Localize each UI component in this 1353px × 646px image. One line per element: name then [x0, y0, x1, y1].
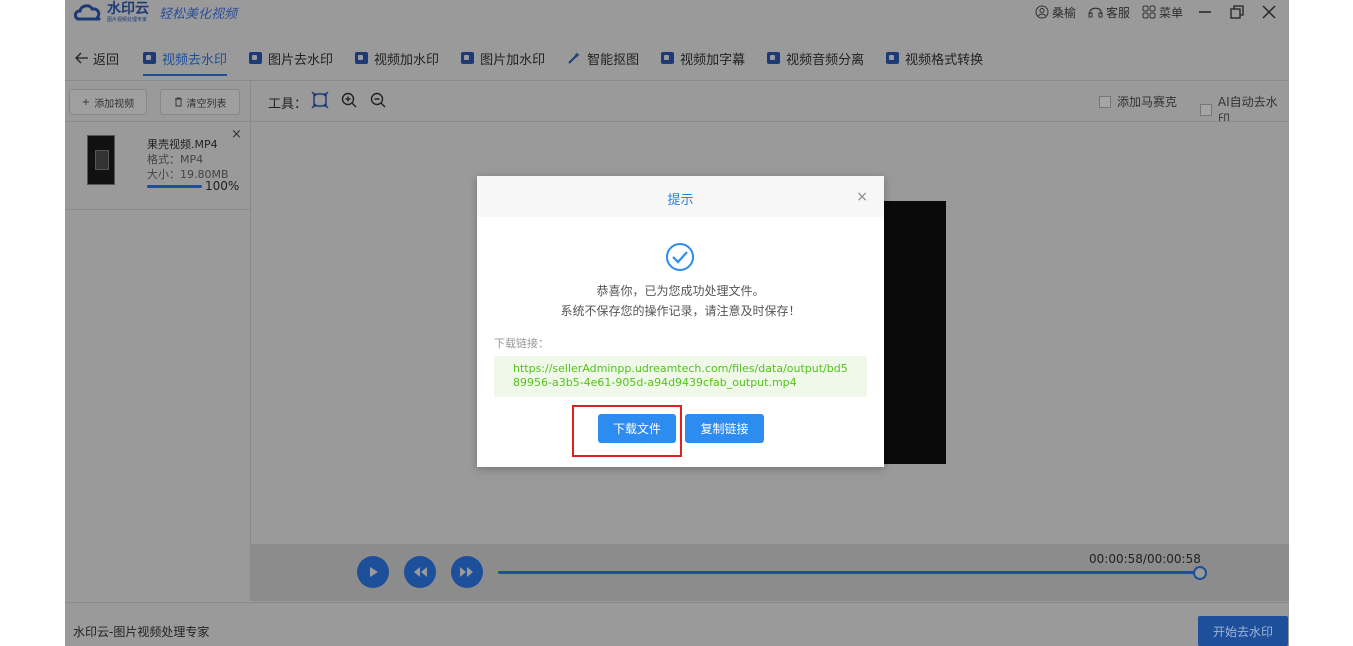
restore-button[interactable] — [1227, 2, 1247, 22]
status-bar: 水印云-图片视频处理专家 开始去水印 — [65, 602, 1289, 646]
minimize-button[interactable] — [1195, 2, 1215, 22]
minimize-icon — [1199, 11, 1211, 13]
timeline-progress[interactable] — [498, 571, 1198, 574]
function-tabs: 返回 视频去水印 图片去水印 视频加水印 图片加水印 智能抠图 视频加字幕 视频… — [65, 36, 1289, 80]
magic-wand-icon — [568, 52, 581, 64]
tab-format-convert[interactable]: 视频格式转换 — [886, 36, 983, 80]
success-message: 恭喜你，已为您成功处理文件。 — [596, 284, 765, 298]
tools-label: 工具： — [268, 97, 308, 112]
mosaic-checkbox[interactable] — [1099, 95, 1111, 108]
support-button[interactable]: 客服 — [1088, 4, 1130, 21]
video-thumbnail — [87, 135, 115, 185]
status-text: 水印云-图片视频处理专家 — [73, 625, 210, 639]
ai-checkbox[interactable] — [1200, 104, 1212, 116]
start-remove-watermark-button[interactable]: 开始去水印 — [1198, 616, 1288, 646]
app-subtitle: 图片视频处理专家 — [107, 16, 148, 23]
edit-toolbar: 工具： 添加马赛克 AI自动去水印 — [251, 81, 1289, 126]
remove-file-button[interactable]: × — [231, 127, 242, 142]
clear-list-button[interactable]: 清空列表 — [160, 89, 240, 115]
copy-link-button[interactable]: 复制链接 — [685, 414, 764, 443]
add-mosaic-option[interactable]: 添加马赛克 — [1099, 93, 1177, 110]
back-button[interactable]: 返回 — [75, 49, 119, 68]
timeline-handle[interactable] — [1193, 566, 1207, 580]
file-list-item[interactable]: 果壳视频.MP4 格式：MP4 大小：19.80MB 100% × — [65, 127, 250, 210]
user-name: 桑榆 — [1051, 5, 1076, 20]
save-reminder-message: 系统不保存您的操作记录，请注意及时保存！ — [560, 304, 801, 318]
tab-video-remove-watermark[interactable]: 视频去水印 — [143, 36, 228, 80]
zoom-out-icon[interactable] — [369, 91, 387, 109]
image-icon — [249, 52, 263, 64]
file-progress-bar — [147, 185, 202, 188]
add-video-button[interactable]: + 添加视频 — [69, 89, 147, 115]
timecode: 00:00:58/00:00:58 — [1089, 552, 1201, 566]
restore-icon — [1230, 5, 1244, 19]
player-controls: 00:00:58/00:00:58 — [251, 544, 1289, 601]
tab-image-add-watermark[interactable]: 图片加水印 — [461, 36, 545, 80]
app-name: 水印云 — [107, 0, 149, 17]
fast-forward-button[interactable] — [451, 556, 483, 588]
video-icon — [661, 52, 675, 64]
tab-video-add-subtitle[interactable]: 视频加字幕 — [661, 36, 745, 80]
app-slogan: 轻松美化视频 — [159, 6, 238, 22]
video-icon — [355, 52, 369, 64]
select-region-icon[interactable] — [311, 91, 329, 109]
tab-audio-separation[interactable]: 视频音频分离 — [767, 36, 864, 80]
user-icon — [1035, 5, 1049, 19]
download-link-box: https://sellerAdminpp.udreamtech.com/fil… — [494, 356, 867, 397]
video-icon — [143, 52, 157, 64]
zoom-in-icon[interactable] — [340, 91, 358, 109]
download-link-label: 下载链接： — [494, 337, 549, 350]
file-format: 格式：MP4 — [147, 153, 204, 166]
play-icon — [370, 567, 378, 577]
app-logo: 水印云 图片视频处理专家 轻松美化视频 — [73, 0, 237, 24]
file-list-panel: + 添加视频 清空列表 果壳视频.MP4 格式：MP4 大小：19.80MB 1… — [65, 81, 251, 601]
grid-menu-icon — [1142, 5, 1156, 19]
back-label: 返回 — [93, 52, 120, 68]
download-link[interactable]: https://sellerAdminpp.udreamtech.com/fil… — [513, 362, 853, 390]
headset-icon — [1088, 7, 1103, 18]
file-name: 果壳视频.MP4 — [147, 138, 218, 151]
dialog-header: 提示 × — [477, 176, 884, 217]
menu-label: 菜单 — [1158, 5, 1183, 20]
rewind-icon — [414, 567, 427, 577]
dialog-title: 提示 — [667, 193, 694, 208]
user-account[interactable]: 桑榆 — [1035, 4, 1076, 21]
file-convert-icon — [886, 52, 900, 64]
arrow-left-icon — [75, 52, 88, 64]
play-button[interactable] — [357, 556, 389, 588]
success-check-icon — [666, 243, 694, 271]
tab-smart-cutout[interactable]: 智能抠图 — [567, 36, 639, 80]
window-controls: 桑榆 客服 菜单 — [1035, 0, 1279, 24]
file-progress-percent: 100% — [205, 179, 240, 193]
highlight-box — [572, 405, 682, 457]
plus-icon: + — [81, 96, 91, 108]
tab-video-add-watermark[interactable]: 视频加水印 — [355, 36, 439, 80]
video-icon — [767, 52, 781, 64]
rewind-button[interactable] — [404, 556, 436, 588]
trash-icon — [174, 97, 182, 107]
title-bar: 水印云 图片视频处理专家 轻松美化视频 桑榆 客服 菜单 — [65, 0, 1289, 28]
tab-image-remove-watermark[interactable]: 图片去水印 — [249, 36, 333, 80]
close-window-button[interactable] — [1259, 2, 1279, 22]
menu-button[interactable]: 菜单 — [1142, 4, 1183, 21]
cloud-logo-icon — [73, 4, 101, 21]
image-icon — [461, 52, 475, 64]
support-label: 客服 — [1105, 5, 1130, 20]
dialog-close-button[interactable]: × — [856, 189, 868, 205]
close-icon — [1262, 5, 1276, 19]
fast-forward-icon — [460, 567, 473, 577]
